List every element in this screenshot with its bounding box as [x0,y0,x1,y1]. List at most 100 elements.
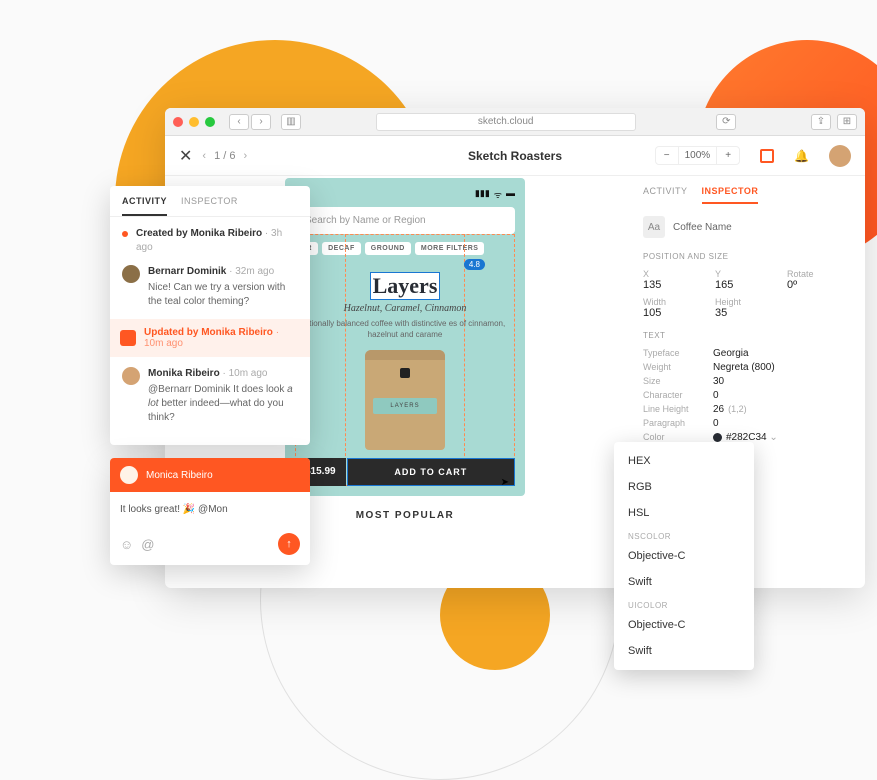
size-label: Size [643,376,713,387]
zoom-control: − 100% + [655,146,740,165]
activity-item: Created by Monika Ribeiro · 3h ago [122,227,298,255]
section-position-heading: POSITION AND SIZE [643,252,847,261]
tab-activity[interactable]: ACTIVITY [122,196,167,216]
dropdown-item-hsl[interactable]: HSL [614,500,754,526]
tab-activity[interactable]: ACTIVITY [643,186,688,204]
zoom-value: 100% [678,147,718,164]
product-card: 4.8 Layers Hazelnut, Caramel, Cinnamon p… [295,263,515,486]
typeface-label: Typeface [643,348,713,359]
activity-body: Nice! Can we try a version with the teal… [148,281,298,309]
rotate-label: Rotate [787,269,847,279]
rating-badge: 4.8 [464,259,485,270]
minimize-icon[interactable] [189,117,199,127]
maximize-icon[interactable] [205,117,215,127]
activity-author: Monika Ribeiro [148,368,220,379]
inspector-tabs: ACTIVITY INSPECTOR [643,186,847,204]
nav-back-button[interactable]: ‹ [229,114,249,130]
activity-feed: Created by Monika Ribeiro · 3h ago Berna… [110,217,310,445]
tab-inspector[interactable]: INSPECTOR [181,196,238,216]
paragraph-value: 0 [713,418,719,429]
dropdown-item-swift[interactable]: Swift [614,638,754,664]
dropdown-item-swift[interactable]: Swift [614,569,754,595]
width-value: 105 [643,307,703,319]
typeface-value: Georgia [713,348,749,359]
line-height-sub: (1,2) [728,404,747,415]
weight-value: Negreta (800) [713,362,775,373]
weight-label: Weight [643,362,713,373]
comment-composer: Monica Ribeiro It looks great! 🎉 @Mon ☺ … [110,458,310,565]
section-heading: MOST POPULAR [285,496,525,527]
signal-icon: ▮▮▮ [475,188,490,201]
activity-item: Monika Ribeiro · 10m ago @Bernarr Domini… [122,367,298,425]
page-indicator: 1 / 6 [214,150,235,162]
composer-input[interactable]: It looks great! 🎉 @Mon [110,492,310,527]
text-layer-icon: Aa [643,216,665,238]
composer-author: Monica Ribeiro [146,470,213,481]
nav-forward-button[interactable]: › [251,114,271,130]
x-value: 135 [643,279,703,291]
add-to-cart-button[interactable]: ADD TO CART [347,458,515,486]
width-label: Width [643,297,703,307]
height-label: Height [715,297,775,307]
send-button[interactable]: ↑ [278,533,300,555]
activity-title: Created by Monika Ribeiro [136,228,262,239]
activity-item-highlight[interactable]: Updated by Monika Ribeiro · 10m ago [110,319,310,357]
height-value: 35 [715,307,775,319]
address-bar[interactable]: sketch.cloud [376,113,636,131]
activity-title: Updated by Monika Ribeiro [144,327,273,338]
dropdown-item-hex[interactable]: HEX [614,448,754,474]
activity-time: · 32m ago [229,266,274,277]
activity-author: Bernarr Dominik [148,266,226,277]
activity-panel: ACTIVITY INSPECTOR Created by Monika Rib… [110,186,310,445]
character-label: Character [643,390,713,401]
close-icon[interactable] [173,117,183,127]
product-image: LAYERS [365,350,445,450]
rotate-value: 0º [787,279,847,291]
character-value: 0 [713,390,719,401]
inspector-toggle-icon[interactable] [760,149,774,163]
update-icon [120,330,136,346]
page-prev-button[interactable]: ‹ [202,150,206,162]
size-value: 30 [713,376,724,387]
window-controls[interactable] [173,117,215,127]
dropdown-group-nscolor: NSCOLOR [614,526,754,543]
artboard[interactable]: ▮▮▮ ᯤ ▬ Search by Name or Region AR DECA… [285,178,525,496]
dropdown-item-objc[interactable]: Objective-C [614,612,754,638]
dropdown-group-uicolor: UICOLOR [614,595,754,612]
dropdown-item-rgb[interactable]: RGB [614,474,754,500]
chevron-down-icon: ⌄ [769,432,777,443]
mobile-statusbar: ▮▮▮ ᯤ ▬ [295,188,515,201]
line-height-value: 26 [713,404,724,415]
zoom-in-button[interactable]: + [717,147,739,164]
emoji-icon[interactable]: ☺ [120,537,133,552]
notifications-icon[interactable]: 🔔 [794,149,809,163]
layer-name: Coffee Name [673,222,732,233]
mention-icon[interactable]: @ [141,537,154,552]
y-label: Y [715,269,775,279]
sidebar-toggle-icon[interactable]: ▥ [281,114,301,130]
tabs-icon[interactable]: ⊞ [837,114,857,130]
activity-tabs: ACTIVITY INSPECTOR [110,186,310,217]
app-toolbar: ✕ ‹ 1 / 6 › Sketch Roasters − 100% + 🔔 [165,136,865,176]
paragraph-label: Paragraph [643,418,713,429]
product-subtitle: Hazelnut, Caramel, Cinnamon [295,303,515,314]
share-icon[interactable]: ⇪ [811,114,831,130]
brand-logo-icon [400,368,410,378]
tab-inspector[interactable]: INSPECTOR [702,186,759,204]
dropdown-item-objc[interactable]: Objective-C [614,543,754,569]
product-title-text[interactable]: Layers [371,273,440,299]
color-swatch-icon [713,433,722,442]
line-height-label: Line Height [643,404,713,415]
page-next-button[interactable]: › [243,150,247,162]
cursor-icon: ➤ [501,477,509,488]
color-format-dropdown: HEX RGB HSL NSCOLOR Objective-C Swift UI… [614,442,754,670]
selected-layer-row[interactable]: Aa Coffee Name [643,216,847,238]
zoom-out-button[interactable]: − [656,147,678,164]
reader-icon[interactable]: ⟳ [716,114,736,130]
section-text-heading: TEXT [643,331,847,340]
search-input[interactable]: Search by Name or Region [295,207,515,234]
pager: ‹ 1 / 6 › [202,150,247,162]
user-avatar[interactable] [829,145,851,167]
close-button[interactable]: ✕ [179,146,192,166]
product-description: ptionally balanced coffee with distincti… [295,318,515,340]
